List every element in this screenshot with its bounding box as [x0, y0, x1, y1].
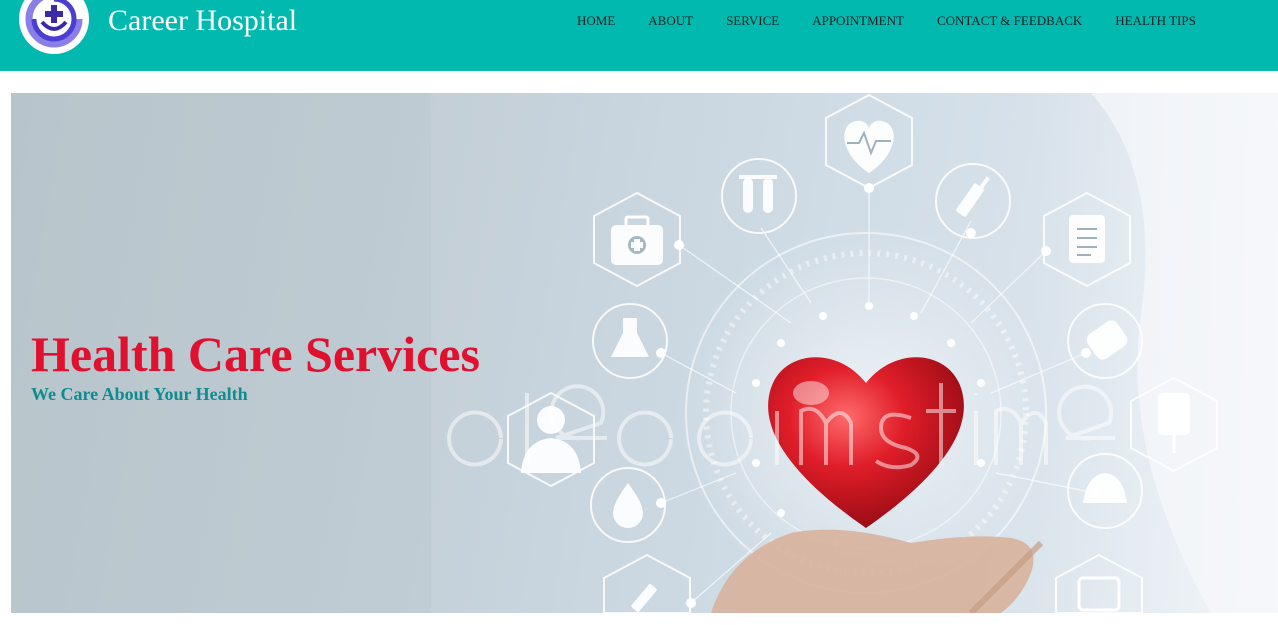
blood-drop-icon — [613, 483, 643, 528]
hero-title: Health Care Services — [31, 326, 480, 382]
hero-text: Health Care Services We Care About Your … — [31, 325, 480, 405]
nav-home-link[interactable]: HOME — [577, 13, 615, 29]
nav-service-link[interactable]: SERVICE — [726, 13, 779, 29]
nav-appointment-link[interactable]: APPOINTMENT — [812, 13, 904, 29]
test-tubes-icon — [739, 175, 777, 213]
first-aid-kit-icon — [611, 215, 663, 265]
site-header: Career Hospital HOME ABOUT SERVICE APPOI… — [0, 0, 1278, 71]
heart-rate-icon — [844, 120, 894, 173]
main-nav: HOME ABOUT SERVICE APPOINTMENT CONTACT &… — [560, 13, 1229, 29]
flask-icon — [611, 318, 649, 357]
hospital-logo[interactable] — [19, 0, 89, 54]
syringe-icon — [956, 176, 990, 217]
nav-contact-feedback-link[interactable]: CONTACT & FEEDBACK — [937, 13, 1082, 29]
nav-about-link[interactable]: ABOUT — [648, 13, 693, 29]
needle-icon — [631, 584, 657, 612]
hero-subtitle: We Care About Your Health — [31, 384, 248, 404]
hospital-cross-icon — [25, 0, 83, 48]
nav-health-tips-link[interactable]: HEALTH TIPS — [1115, 13, 1196, 29]
brand-title[interactable]: Career Hospital — [108, 4, 297, 38]
clipboard-icon — [1069, 215, 1105, 263]
hero-banner: Health Care Services We Care About Your … — [11, 93, 1278, 613]
